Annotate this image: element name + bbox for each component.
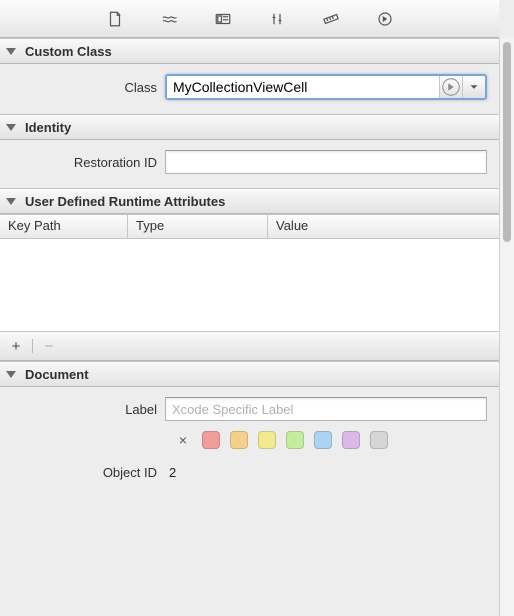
section-title: Custom Class [25, 44, 112, 59]
document-panel: Label × Object ID 2 [0, 387, 499, 494]
scrollbar-thumb[interactable] [503, 42, 511, 242]
main-area: Custom Class Class Identity [0, 0, 499, 494]
inspector-toolbar [0, 0, 499, 38]
section-title: User Defined Runtime Attributes [25, 194, 225, 209]
document-label-input[interactable] [165, 397, 487, 421]
color-swatch-blue[interactable] [314, 431, 332, 449]
attributes-inspector-icon[interactable] [266, 8, 288, 30]
column-type[interactable]: Type [128, 215, 268, 238]
object-id-value: 2 [165, 465, 176, 480]
disclosure-triangle-icon [6, 48, 16, 55]
remove-attribute-button[interactable]: − [39, 337, 59, 355]
class-combobox[interactable] [165, 74, 487, 100]
runtime-attrs-footer: + − [0, 331, 499, 361]
column-value[interactable]: Value [268, 215, 499, 238]
separator [32, 339, 33, 353]
identity-panel: Restoration ID [0, 140, 499, 188]
table-body-empty[interactable] [0, 239, 499, 331]
class-goto-button[interactable] [439, 76, 462, 98]
color-swatch-gray[interactable] [370, 431, 388, 449]
color-swatch-orange[interactable] [230, 431, 248, 449]
color-swatch-yellow[interactable] [258, 431, 276, 449]
section-runtime-attrs-header[interactable]: User Defined Runtime Attributes [0, 188, 499, 214]
restoration-id-label: Restoration ID [12, 155, 157, 170]
object-id-label: Object ID [12, 465, 157, 480]
class-input[interactable] [167, 76, 439, 98]
section-custom-class-header[interactable]: Custom Class [0, 38, 499, 64]
runtime-attrs-table: Key Path Type Value [0, 214, 499, 331]
file-inspector-icon[interactable] [104, 8, 126, 30]
color-swatch-purple[interactable] [342, 431, 360, 449]
vertical-scrollbar[interactable] [499, 38, 514, 616]
color-swatch-red[interactable] [202, 431, 220, 449]
inspector-window: Custom Class Class Identity [0, 0, 514, 616]
quick-help-icon[interactable] [158, 8, 180, 30]
section-title: Document [25, 367, 89, 382]
section-identity-header[interactable]: Identity [0, 114, 499, 140]
disclosure-triangle-icon [6, 124, 16, 131]
section-title: Identity [25, 120, 71, 135]
disclosure-triangle-icon [6, 198, 16, 205]
class-dropdown-button[interactable] [462, 76, 485, 98]
clear-label-color-button[interactable]: × [174, 431, 192, 449]
disclosure-triangle-icon [6, 371, 16, 378]
connections-inspector-icon[interactable] [374, 8, 396, 30]
document-label-label: Label [12, 402, 157, 417]
section-document-header[interactable]: Document [0, 361, 499, 387]
column-key-path[interactable]: Key Path [0, 215, 128, 238]
class-label: Class [12, 80, 157, 95]
table-header-row: Key Path Type Value [0, 215, 499, 239]
label-color-swatches: × [12, 431, 487, 449]
size-inspector-icon[interactable] [320, 8, 342, 30]
custom-class-panel: Class [0, 64, 499, 114]
restoration-id-input[interactable] [165, 150, 487, 174]
add-attribute-button[interactable]: + [6, 337, 26, 355]
color-swatch-green[interactable] [286, 431, 304, 449]
identity-inspector-icon[interactable] [212, 8, 234, 30]
